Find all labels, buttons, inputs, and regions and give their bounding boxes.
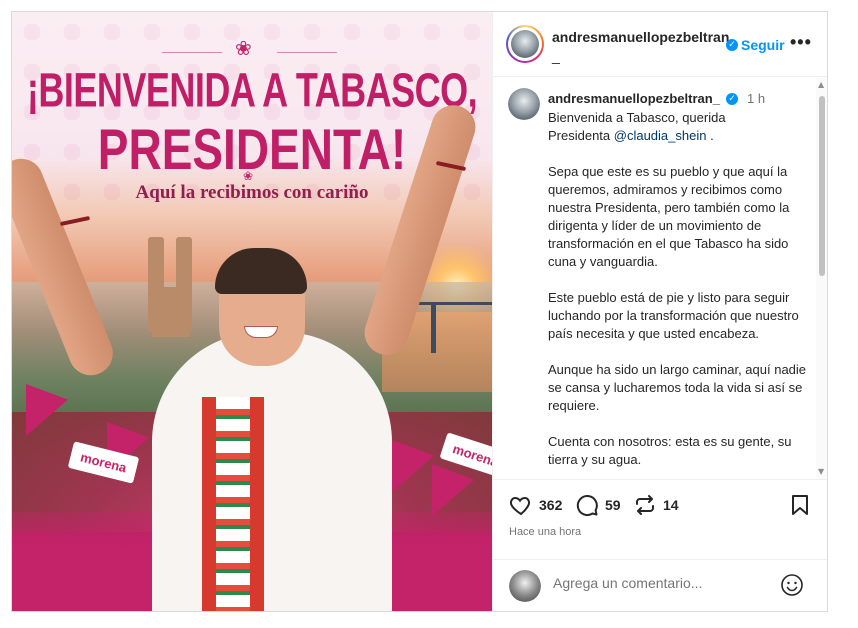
scroll-up-arrow[interactable]: ▲: [818, 80, 824, 89]
repost-icon[interactable]: [633, 493, 657, 517]
post-header: andresmanuellopezbeltran _ ✓ Seguir •••: [493, 12, 827, 77]
emoji-icon[interactable]: [780, 573, 804, 597]
header-username[interactable]: andresmanuellopezbeltran: [552, 29, 729, 45]
repost-count: 14: [663, 497, 679, 513]
white-blouse: [152, 332, 392, 611]
image-headline-line1: ¡BIENVENIDA A TABASCO,: [26, 62, 478, 118]
scrollbar-thumb[interactable]: [819, 96, 825, 276]
woman-hair: [215, 248, 307, 294]
bracelet-left: [59, 215, 91, 227]
comment-icon[interactable]: [575, 493, 599, 517]
ornament-line-right: [277, 52, 337, 53]
posted-time[interactable]: Hace una hora: [509, 526, 581, 538]
repost-action[interactable]: 14: [633, 493, 679, 517]
like-action[interactable]: 362: [509, 493, 562, 517]
post-image: ❀ ¡BIENVENIDA A TABASCO, PRESIDENTA! ❀ A…: [12, 12, 492, 611]
ornament-line-left: [162, 52, 222, 53]
caption-time[interactable]: 1 h: [747, 91, 765, 106]
post-modal: ❀ ¡BIENVENIDA A TABASCO, PRESIDENTA! ❀ A…: [11, 11, 828, 612]
header-username-suffix[interactable]: _: [552, 48, 560, 64]
viewer-avatar: [509, 570, 541, 602]
comment-input[interactable]: [553, 575, 773, 591]
small-lotus-icon: ❀: [243, 169, 254, 183]
comment-count: 59: [605, 497, 621, 513]
bridge: [407, 302, 492, 353]
bookmark-icon[interactable]: [788, 493, 812, 517]
caption-username[interactable]: andresmanuellopezbeltran_: [548, 91, 720, 106]
caption-scrollbar[interactable]: ▲ ▼: [816, 78, 827, 479]
mention-link[interactable]: @claudia_shein: [614, 128, 707, 143]
follow-button[interactable]: Seguir: [741, 37, 785, 53]
heart-icon[interactable]: [509, 493, 533, 517]
verified-icon: ✓: [726, 39, 738, 51]
post-sidebar: andresmanuellopezbeltran _ ✓ Seguir ••• …: [492, 12, 827, 611]
caption-text-after-mention: .: [706, 128, 714, 143]
caption-section: andresmanuellopezbeltran_ ✓ 1 h Bienveni…: [493, 78, 827, 479]
scroll-down-arrow[interactable]: ▼: [818, 467, 824, 476]
cathedral-body: [152, 287, 190, 337]
caption-author-avatar[interactable]: [508, 88, 540, 120]
comment-bar: [493, 559, 827, 611]
caption-text: Bienvenida a Tabasco, querida Presidenta…: [548, 109, 810, 469]
comment-action[interactable]: 59: [575, 493, 621, 517]
save-action[interactable]: [788, 493, 812, 517]
more-icon[interactable]: •••: [790, 32, 812, 53]
author-avatar[interactable]: [506, 25, 544, 63]
verified-icon: ✓: [726, 93, 738, 105]
action-bar: 362 59 14 Hace una hora: [493, 479, 827, 559]
like-count: 362: [539, 497, 563, 513]
lotus-icon: ❀: [235, 36, 252, 60]
blouse-embroidery: [202, 397, 264, 611]
caption-body: Sepa que este es su pueblo y que aquí la…: [548, 164, 807, 467]
